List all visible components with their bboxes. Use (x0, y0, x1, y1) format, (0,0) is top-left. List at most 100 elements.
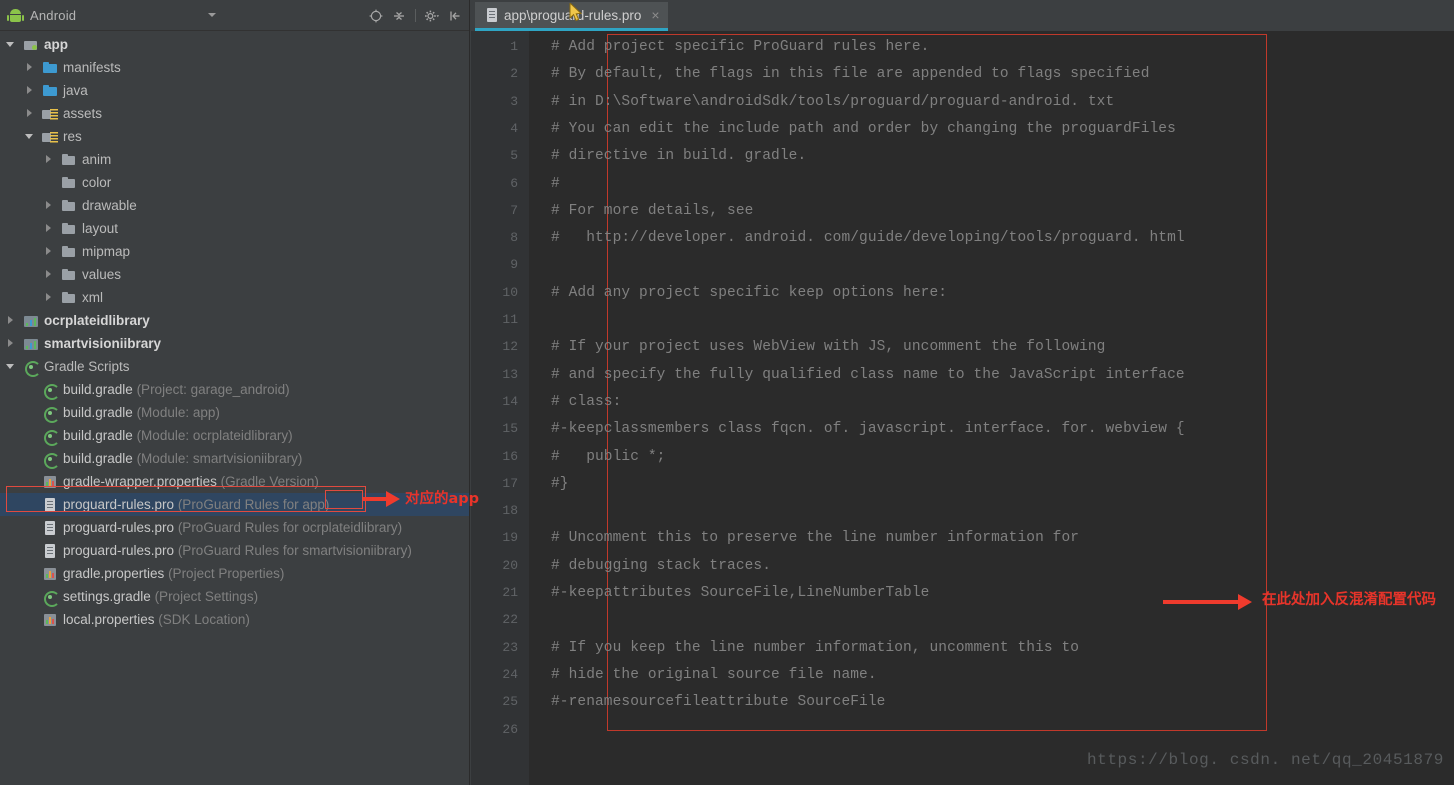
chevron-right-icon[interactable] (25, 85, 36, 96)
tree-row[interactable]: layout (0, 217, 469, 240)
code-line: #} (551, 475, 569, 492)
tree-row[interactable]: anim (0, 148, 469, 171)
folder-gray-icon (61, 221, 77, 237)
chevron-right-icon[interactable] (25, 108, 36, 119)
folder-blue-icon (42, 83, 58, 99)
code-line: # If you keep the line number informatio… (551, 639, 1080, 656)
tree-row[interactable]: app (0, 33, 469, 56)
line-number: 7 (510, 202, 518, 218)
folder-res-icon (42, 106, 58, 122)
code-line: # class: (551, 393, 622, 410)
module-icon (23, 336, 39, 352)
collapse-all-icon[interactable] (389, 6, 409, 26)
tree-row[interactable]: xml (0, 286, 469, 309)
chevron-right-icon[interactable] (44, 154, 55, 165)
chevron-right-icon[interactable] (6, 315, 17, 326)
tree-row[interactable]: assets (0, 102, 469, 125)
gradle-icon (42, 589, 60, 607)
tree-row[interactable]: java (0, 79, 469, 102)
folder-app-icon (23, 37, 39, 53)
chevron-right-icon[interactable] (44, 223, 55, 234)
annotation-arrow-head-app (386, 491, 400, 507)
tree-item-label: values (82, 267, 122, 282)
editor-area: app\proguard-rules.pro × 1 2 3 4 5 6 7 8 9 10 11 12… (471, 0, 1454, 785)
tree-row[interactable]: settings.gradle (Project Settings) (0, 585, 469, 608)
tree-row[interactable]: build.gradle (Module: app) (0, 401, 469, 424)
tree-row[interactable]: proguard-rules.pro (ProGuard Rules for o… (0, 516, 469, 539)
chevron-down-icon[interactable] (208, 13, 216, 17)
project-view-selector[interactable]: Android (7, 3, 220, 27)
chevron-down-icon[interactable] (6, 39, 17, 50)
line-number: 24 (502, 666, 518, 682)
tree-item-label: manifests (63, 60, 121, 75)
code-line: # By default, the flags in this file are… (551, 66, 1150, 83)
tree-row[interactable]: build.gradle (Module: smartvisioniibrary… (0, 447, 469, 470)
line-number: 22 (502, 612, 518, 628)
tree-row[interactable]: color (0, 171, 469, 194)
tree-item-label: drawable (82, 198, 137, 213)
line-number: 19 (502, 530, 518, 546)
chevron-right-icon[interactable] (44, 269, 55, 280)
chevron-right-icon[interactable] (44, 292, 55, 303)
properties-file-icon (42, 612, 58, 628)
chevron-down-icon[interactable] (25, 131, 36, 142)
tree-row[interactable]: values (0, 263, 469, 286)
tree-row[interactable]: ocrplateidlibrary (0, 309, 469, 332)
chevron-right-icon[interactable] (44, 246, 55, 257)
tree-item-label: color (82, 175, 112, 190)
tree-item-description: (ProGuard Rules for smartvisioniibrary) (174, 543, 412, 558)
tree-row[interactable]: gradle-wrapper.properties (Gradle Versio… (0, 470, 469, 493)
close-icon[interactable]: × (651, 8, 659, 22)
chevron-down-icon[interactable] (6, 361, 17, 372)
chevron-right-icon[interactable] (44, 200, 55, 211)
tree-row[interactable]: local.properties (SDK Location) (0, 608, 469, 631)
tab-label: app\proguard-rules.pro (504, 7, 642, 23)
tree-item-description: (Gradle Version) (216, 474, 319, 489)
chevron-right-icon[interactable] (6, 338, 17, 349)
tree-row[interactable]: res (0, 125, 469, 148)
line-number: 26 (502, 721, 518, 737)
tab-proguard-rules-pro[interactable]: app\proguard-rules.pro × (475, 2, 668, 31)
code-line: # directive in build. gradle. (551, 148, 807, 165)
tree-row[interactable]: gradle.properties (Project Properties) (0, 562, 469, 585)
line-number: 9 (510, 257, 518, 273)
tree-item-label: assets (63, 106, 103, 121)
line-number: 6 (510, 175, 518, 191)
tree-item-label: build.gradle (63, 405, 133, 420)
gradle-icon (42, 428, 60, 446)
code-line: # (551, 175, 560, 192)
tree-item-label: settings.gradle (63, 589, 151, 604)
line-number: 4 (510, 120, 518, 136)
line-number: 2 (510, 66, 518, 82)
line-number: 15 (502, 421, 518, 437)
project-tree[interactable]: app manifests java assets res anim color drawab… (0, 31, 469, 785)
folder-gray-icon (61, 198, 77, 214)
tree-item-label: proguard-rules.pro (63, 543, 175, 558)
tree-item-label: smartvisioniibrary (44, 336, 162, 351)
tree-row[interactable]: mipmap (0, 240, 469, 263)
line-number: 17 (502, 475, 518, 491)
chevron-right-icon[interactable] (25, 62, 36, 73)
tree-row[interactable]: build.gradle (Project: garage_android) (0, 378, 469, 401)
tree-row[interactable]: build.gradle (Module: ocrplateidlibrary) (0, 424, 469, 447)
locate-target-icon[interactable] (366, 6, 386, 26)
tree-row[interactable]: proguard-rules.pro (ProGuard Rules for s… (0, 539, 469, 562)
tree-row[interactable]: drawable (0, 194, 469, 217)
tree-row[interactable]: Gradle Scripts (0, 355, 469, 378)
line-number: 16 (502, 448, 518, 464)
line-number: 3 (510, 93, 518, 109)
tree-item-label: build.gradle (63, 428, 133, 443)
tree-item-label: layout (82, 221, 119, 236)
tree-row[interactable]: smartvisioniibrary (0, 332, 469, 355)
tree-row[interactable]: manifests (0, 56, 469, 79)
settings-gear-icon[interactable] (422, 6, 442, 26)
folder-gray-icon (61, 267, 77, 283)
code-content[interactable]: # Add project specific ProGuard rules he… (529, 31, 1454, 785)
hide-panel-icon[interactable] (445, 6, 465, 26)
annotation-arrow-shaft-code (1163, 600, 1241, 604)
tree-item-label: xml (82, 290, 103, 305)
